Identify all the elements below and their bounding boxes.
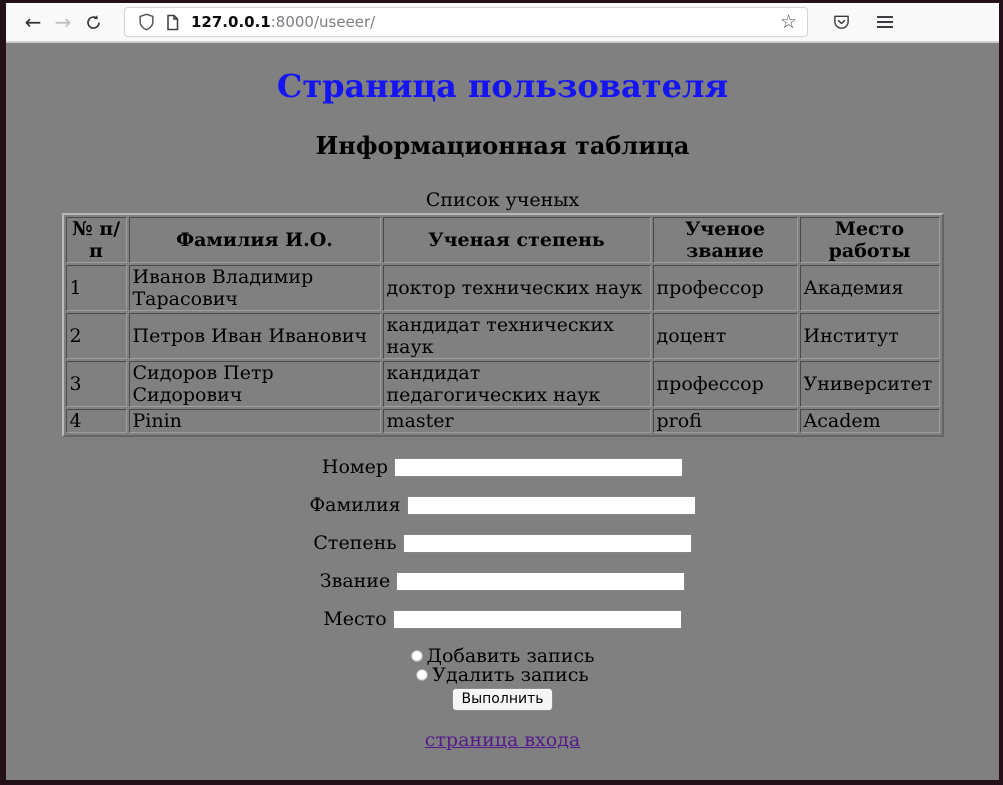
browser-toolbar: ← → 1 <box>6 3 999 43</box>
shield-icon[interactable] <box>133 9 159 35</box>
cell-number: 4 <box>66 409 127 433</box>
cell-degree: кандидат педагогических наук <box>383 361 651 407</box>
reload-button[interactable] <box>78 7 108 37</box>
table-row: 2 Петров Иван Иванович кандидат техничес… <box>66 313 940 359</box>
menu-icon[interactable] <box>877 16 893 28</box>
number-field[interactable] <box>394 458 683 477</box>
cell-rank: профессор <box>653 265 798 311</box>
cell-surname: Иванов Владимир Тарасович <box>129 265 381 311</box>
cell-number: 1 <box>66 265 127 311</box>
cell-degree: master <box>383 409 651 433</box>
add-record-radio[interactable] <box>411 650 423 662</box>
pocket-icon[interactable] <box>832 13 851 31</box>
reload-icon <box>85 14 102 31</box>
url-host: 127.0.0.1 <box>191 13 271 31</box>
page-info-icon[interactable] <box>159 9 185 35</box>
column-header-workplace: Место работы <box>800 217 940 263</box>
cell-degree: кандидат технических наук <box>383 313 651 359</box>
form-line-degree: Степень <box>6 533 999 552</box>
table-row: 1 Иванов Владимир Тарасович доктор техни… <box>66 265 940 311</box>
cell-surname: Pinin <box>129 409 381 433</box>
surname-label: Фамилия <box>309 494 400 516</box>
delete-record-label: Удалить запись <box>432 664 588 686</box>
degree-label: Степень <box>313 532 396 554</box>
workplace-field[interactable] <box>393 610 682 629</box>
browser-window: ← → 1 <box>6 3 999 780</box>
cell-rank: профессор <box>653 361 798 407</box>
column-header-rank: Ученое звание <box>653 217 798 263</box>
column-header-degree: Ученая степень <box>383 217 651 263</box>
record-form: Номер Фамилия Степень Звание Место Добав… <box>6 457 999 711</box>
back-button[interactable]: ← <box>18 7 48 37</box>
page-title: Страница пользователя <box>6 67 999 105</box>
cell-number: 3 <box>66 361 127 407</box>
table-row: 4 Pinin master profi Academ <box>66 409 940 433</box>
cell-workplace: Академия <box>800 265 940 311</box>
cell-rank: доцент <box>653 313 798 359</box>
radio-line-delete: Удалить запись <box>6 666 999 685</box>
url-path: :8000/useeer/ <box>271 13 376 31</box>
form-line-number: Номер <box>6 457 999 476</box>
toolbar-right-group <box>832 13 893 31</box>
execute-button[interactable]: Выполнить <box>452 688 554 711</box>
scientists-table: № п/п Фамилия И.О. Ученая степень Ученое… <box>62 213 944 437</box>
column-header-number: № п/п <box>66 217 127 263</box>
cell-degree: доктор технических наук <box>383 265 651 311</box>
form-line-workplace: Место <box>6 609 999 628</box>
cell-workplace: Academ <box>800 409 940 433</box>
cell-rank: profi <box>653 409 798 433</box>
table-caption: Список ученых <box>6 189 999 211</box>
url-text[interactable]: 127.0.0.1:8000/useeer/ <box>191 13 778 31</box>
page-content: Страница пользователя Информационная таб… <box>6 43 999 780</box>
login-page-link[interactable]: страница входа <box>425 729 580 751</box>
rank-field[interactable] <box>396 572 685 591</box>
bookmark-star-icon[interactable]: ☆ <box>778 13 799 32</box>
table-row: 3 Сидоров Петр Сидорович кандидат педаго… <box>66 361 940 407</box>
cell-number: 2 <box>66 313 127 359</box>
cell-surname: Сидоров Петр Сидорович <box>129 361 381 407</box>
form-line-rank: Звание <box>6 571 999 590</box>
workplace-label: Место <box>323 608 386 630</box>
table-header-row: № п/п Фамилия И.О. Ученая степень Ученое… <box>66 217 940 263</box>
desktop-frame: ← → 1 <box>0 0 1003 785</box>
page-subtitle: Информационная таблица <box>6 131 999 160</box>
delete-record-radio[interactable] <box>416 669 428 681</box>
column-header-surname: Фамилия И.О. <box>129 217 381 263</box>
forward-button[interactable]: → <box>48 7 78 37</box>
degree-field[interactable] <box>403 534 692 553</box>
rank-label: Звание <box>320 570 390 592</box>
number-label: Номер <box>322 456 388 478</box>
url-bar[interactable]: 127.0.0.1:8000/useeer/ ☆ <box>124 7 808 37</box>
cell-surname: Петров Иван Иванович <box>129 313 381 359</box>
cell-workplace: Университет <box>800 361 940 407</box>
form-line-surname: Фамилия <box>6 495 999 514</box>
cell-workplace: Институт <box>800 313 940 359</box>
surname-field[interactable] <box>407 496 696 515</box>
